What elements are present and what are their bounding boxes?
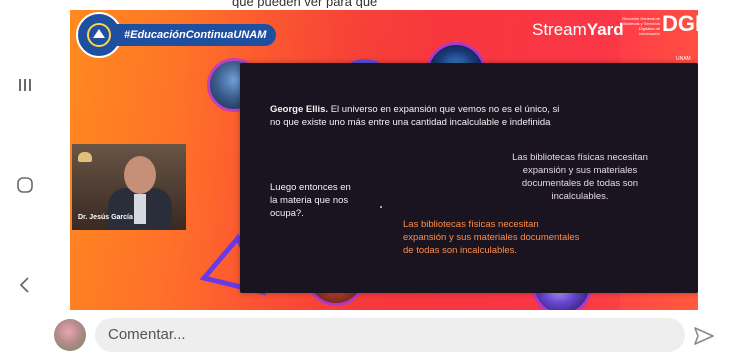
presentation-slide: George Ellis. El universo en expansión q… xyxy=(240,63,698,293)
speaker-shirt xyxy=(134,194,146,224)
slide-question: Luego entonces en la materia que nos ocu… xyxy=(270,182,351,219)
back-icon[interactable] xyxy=(12,272,38,298)
streamyard-logo: StreamYard xyxy=(532,20,624,39)
send-icon[interactable] xyxy=(690,323,718,349)
speaker-name: Dr. Jesús García xyxy=(78,214,133,221)
slide-library-text-2: Las bibliotecas físicas necesitan expans… xyxy=(403,219,580,256)
home-icon[interactable] xyxy=(12,172,38,198)
lamp xyxy=(78,152,92,162)
right-margin xyxy=(698,0,745,310)
speaker-video-tile[interactable]: Dr. Jesús García xyxy=(72,144,186,230)
comment-input[interactable]: Comentar... xyxy=(95,318,685,352)
hashtag-badge: #EducaciónContinuaUNAM xyxy=(114,24,277,46)
slide-dot xyxy=(380,206,382,208)
recent-apps-icon[interactable] xyxy=(12,72,38,98)
top-caption: que pueden ver para que xyxy=(232,0,378,8)
dgb-description: Dirección General de Bibliotecas y Servi… xyxy=(620,16,660,36)
avatar[interactable] xyxy=(54,319,86,351)
speaker-head xyxy=(124,156,156,194)
stream-video[interactable]: #EducaciónContinuaUNAM StreamYard Direcc… xyxy=(70,10,698,310)
dgb-logo: DGB xyxy=(662,11,698,36)
slide-library-text-1: Las bibliotecas físicas necesitan expans… xyxy=(512,152,648,202)
dgb-unam-label: UNAM xyxy=(676,56,691,62)
slide-quote: George Ellis. El universo en expansión q… xyxy=(270,104,560,128)
system-nav-bar xyxy=(0,0,50,310)
